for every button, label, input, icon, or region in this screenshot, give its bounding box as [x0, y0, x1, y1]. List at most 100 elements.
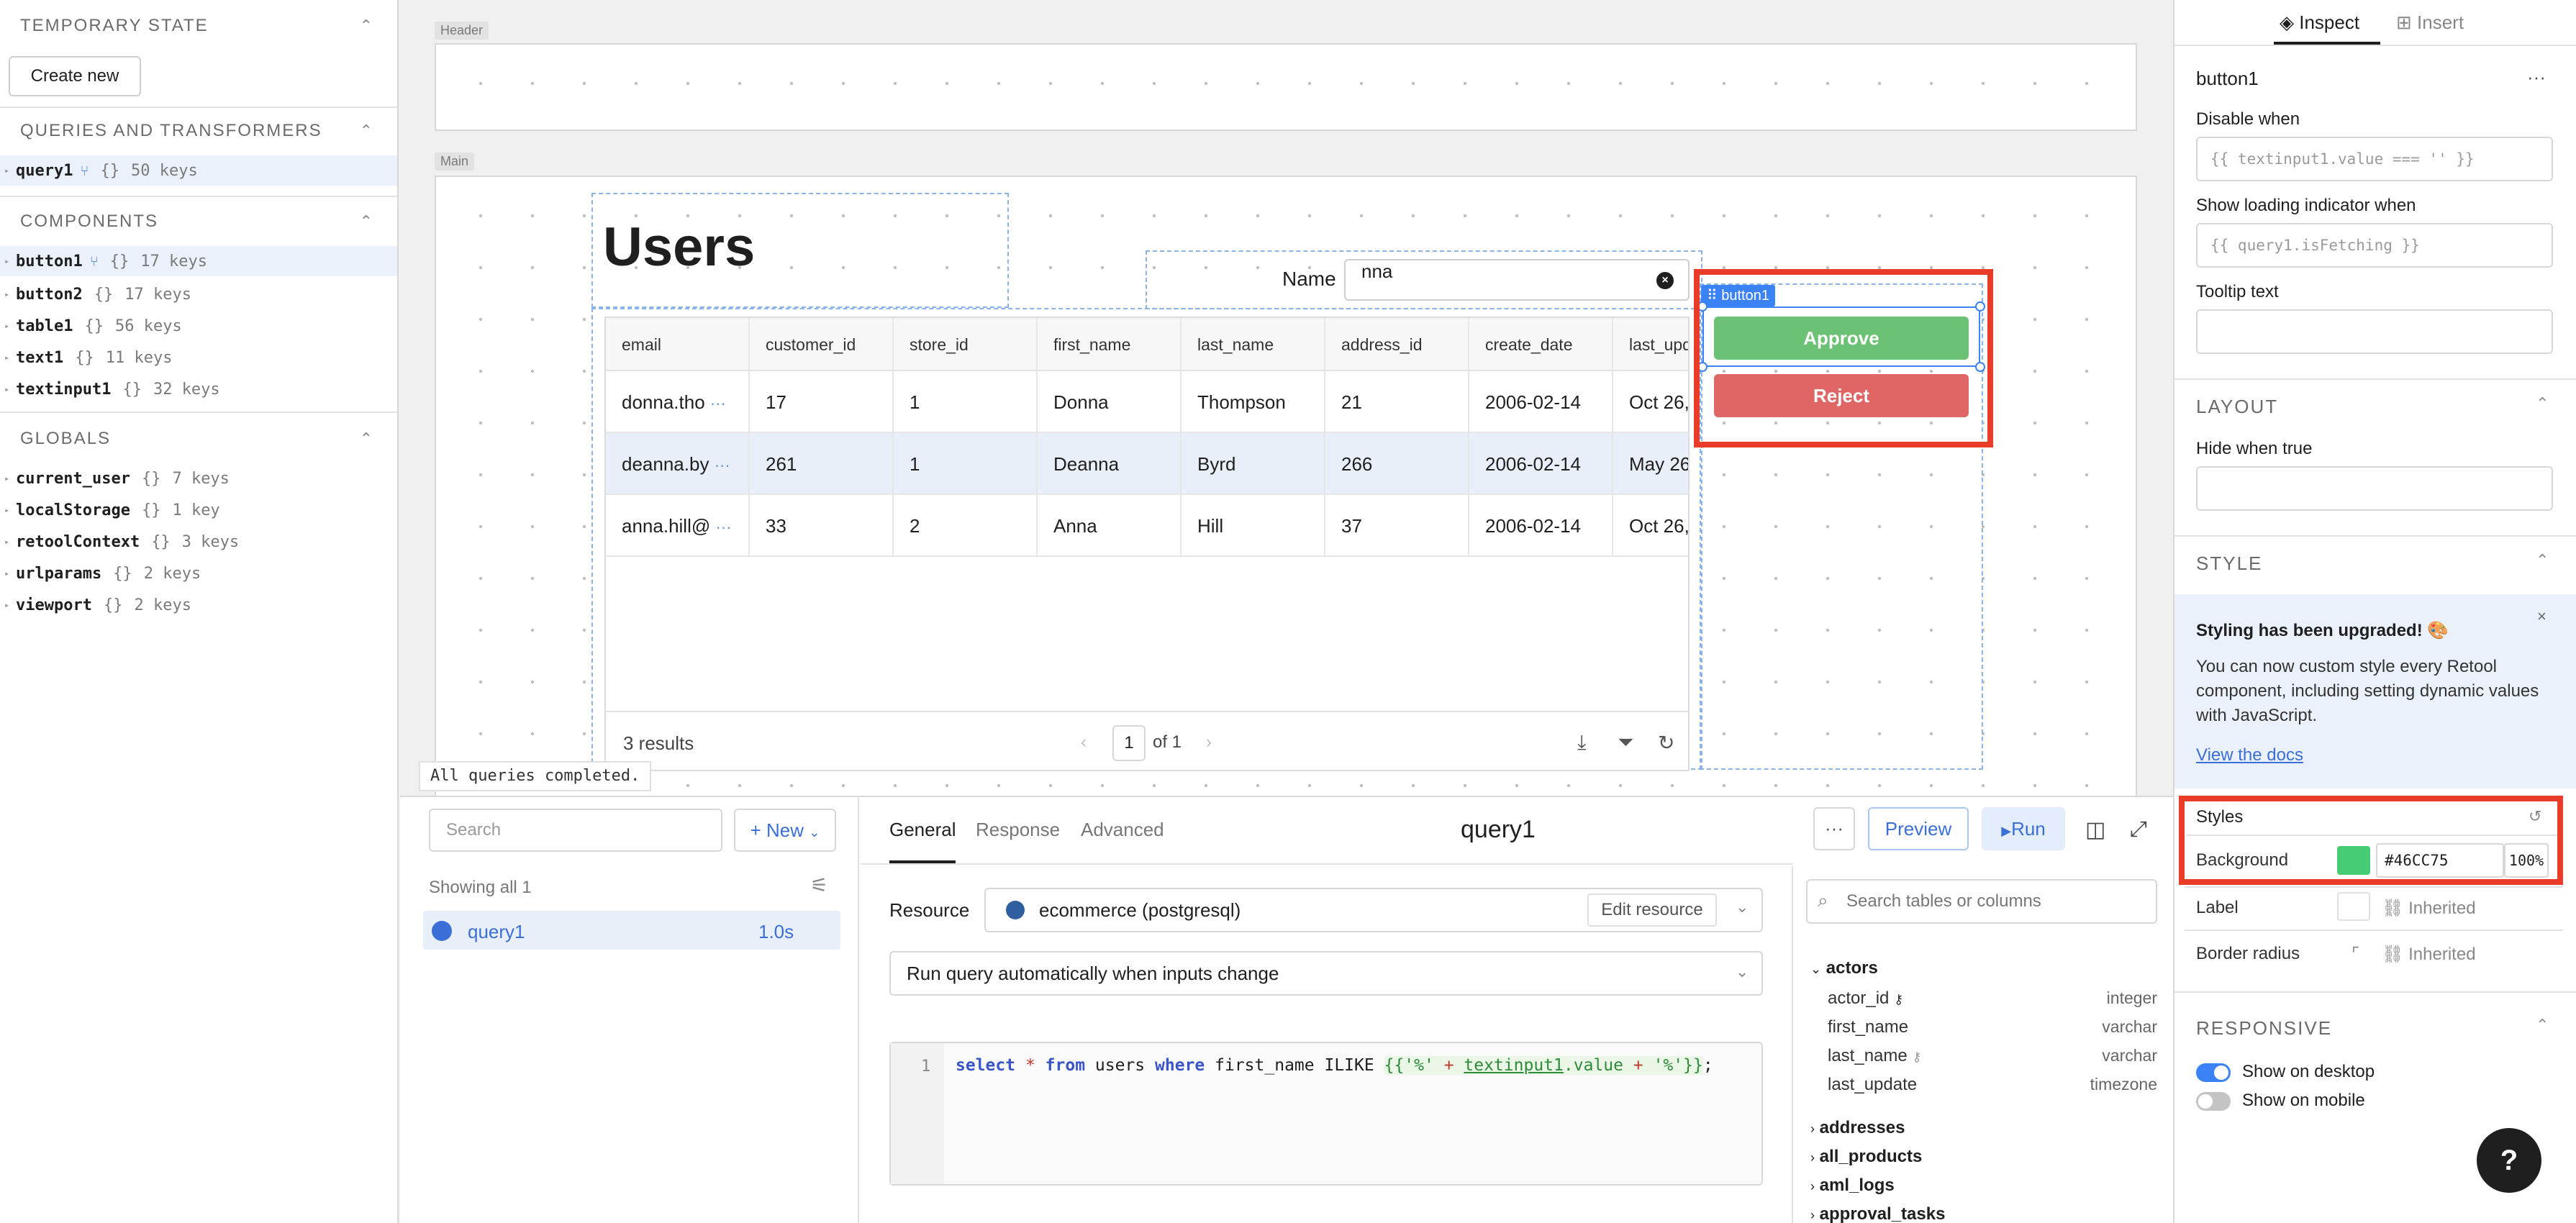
- tab-advanced[interactable]: Advanced: [1081, 819, 1164, 841]
- chevron-down-icon[interactable]: ⌄: [1736, 963, 1749, 981]
- schema-table[interactable]: › approval_tasks: [1810, 1204, 1945, 1223]
- loading-input[interactable]: {{ query1.isFetching }}: [2196, 223, 2553, 268]
- table-cell[interactable]: Deanna: [1038, 433, 1182, 495]
- table-cell[interactable]: Hill: [1182, 495, 1325, 557]
- tree-item-urlparams[interactable]: ▸ urlparams {} 2 keys: [0, 558, 397, 588]
- tree-item-viewport[interactable]: ▸ viewport {} 2 keys: [0, 590, 397, 620]
- sliders-icon[interactable]: ⚟: [810, 873, 828, 897]
- chevron-left-icon[interactable]: ‹: [1081, 732, 1087, 753]
- tab-inspect[interactable]: ◈ Inspect: [2280, 12, 2359, 34]
- table-cell[interactable]: Byrd: [1182, 433, 1325, 495]
- table-cell[interactable]: 1: [894, 433, 1038, 495]
- help-button[interactable]: ?: [2477, 1128, 2541, 1193]
- table-cell[interactable]: Oct 26,: [1613, 371, 1688, 433]
- sql-code[interactable]: select * from users where first_name ILI…: [956, 1056, 1713, 1075]
- tree-item-text1[interactable]: ▸ text1 {} 11 keys: [0, 342, 397, 373]
- tree-item-button1[interactable]: ▸ button1 ⑂ {} 17 keys: [0, 246, 397, 276]
- table-cell[interactable]: Donna: [1038, 371, 1182, 433]
- chevron-up-icon[interactable]: ⌃: [360, 17, 374, 35]
- schema-search-input[interactable]: Search tables or columns: [1806, 879, 2157, 924]
- table-row[interactable]: anna.hill@ ··· 33 2 Anna Hill 37 2006-02…: [606, 495, 1688, 557]
- column-header-address-id[interactable]: address_id: [1325, 318, 1469, 371]
- table-cell[interactable]: deanna.by ···: [606, 433, 750, 495]
- column-header-last-name[interactable]: last_name: [1182, 318, 1325, 371]
- component-name[interactable]: button1: [2196, 68, 2259, 90]
- column-header-first-name[interactable]: first_name: [1038, 318, 1182, 371]
- tree-item-query1[interactable]: ▸ query1 ⑂ {} 50 keys: [0, 155, 397, 186]
- table-cell[interactable]: May 26: [1613, 433, 1688, 495]
- table-cell[interactable]: anna.hill@ ···: [606, 495, 750, 557]
- panel-toggle-icon[interactable]: ◫: [2085, 817, 2105, 842]
- table-cell[interactable]: 17: [750, 371, 894, 433]
- chevron-up-icon[interactable]: ⌃: [2536, 394, 2549, 413]
- caret-right-icon[interactable]: ▸: [4, 537, 16, 547]
- schema-table-actors[interactable]: ⌄ actors: [1810, 958, 1878, 978]
- tree-item-localstorage[interactable]: ▸ localStorage {} 1 key: [0, 495, 397, 525]
- table-cell[interactable]: 2006-02-14: [1469, 433, 1613, 495]
- column-header-last-update[interactable]: last_upd: [1613, 318, 1688, 371]
- globals-header[interactable]: GLOBALS ⌃: [0, 413, 397, 465]
- tree-item-retoolcontext[interactable]: ▸ retoolContext {} 3 keys: [0, 527, 397, 557]
- schema-table[interactable]: › aml_logs: [1810, 1176, 1895, 1196]
- table-cell[interactable]: 261: [750, 433, 894, 495]
- run-button[interactable]: ▶Run: [1982, 807, 2065, 850]
- table-cell[interactable]: 1: [894, 371, 1038, 433]
- responsive-section-header[interactable]: RESPONSIVE: [2196, 1017, 2332, 1040]
- table-row[interactable]: deanna.by ··· 261 1 Deanna Byrd 266 2006…: [606, 433, 1688, 495]
- schema-column[interactable]: last_update: [1828, 1075, 1917, 1095]
- caret-right-icon[interactable]: ▸: [4, 384, 16, 394]
- schema-column[interactable]: actor_id ⚷: [1828, 988, 1903, 1009]
- caret-right-icon[interactable]: ▸: [4, 165, 16, 176]
- queries-header[interactable]: QUERIES AND TRANSFORMERS ⌃: [0, 105, 397, 157]
- caret-right-icon[interactable]: ▸: [4, 353, 16, 363]
- radius-inherited[interactable]: ⛓ Inherited: [2382, 944, 2476, 965]
- chevron-down-icon[interactable]: ⌄: [1736, 898, 1749, 917]
- table-cell[interactable]: 33: [750, 495, 894, 557]
- page-input[interactable]: 1: [1112, 725, 1146, 761]
- filter-icon[interactable]: ⏷: [1618, 731, 1633, 755]
- caret-right-icon[interactable]: ▸: [4, 568, 16, 578]
- edit-resource-button[interactable]: Edit resource: [1587, 894, 1717, 927]
- mobile-toggle[interactable]: [2196, 1092, 2231, 1111]
- label-swatch[interactable]: [2337, 892, 2370, 921]
- column-header-create-date[interactable]: create_date: [1469, 318, 1613, 371]
- caret-right-icon[interactable]: ▸: [4, 289, 16, 299]
- schema-column[interactable]: first_name: [1828, 1017, 1908, 1037]
- tab-insert[interactable]: ⊞ Insert: [2396, 12, 2464, 34]
- caret-right-icon[interactable]: ▸: [4, 473, 16, 483]
- components-header[interactable]: COMPONENTS ⌃: [0, 196, 397, 247]
- schema-table[interactable]: › all_products: [1810, 1147, 1922, 1167]
- table-cell[interactable]: 266: [1325, 433, 1469, 495]
- column-header-email[interactable]: email: [606, 318, 750, 371]
- tab-general[interactable]: General: [889, 819, 956, 841]
- caret-right-icon[interactable]: ▸: [4, 600, 16, 610]
- schema-column[interactable]: last_name ⚷: [1828, 1046, 1922, 1066]
- chevron-up-icon[interactable]: ⌃: [2536, 1016, 2549, 1035]
- chevron-up-icon[interactable]: ⌃: [360, 122, 374, 140]
- chevron-up-icon[interactable]: ⌃: [2536, 551, 2549, 570]
- tab-response[interactable]: Response: [976, 819, 1060, 841]
- more-icon[interactable]: ···: [710, 394, 726, 412]
- run-mode-select[interactable]: Run query automatically when inputs chan…: [889, 951, 1763, 996]
- expand-icon[interactable]: ⤢: [2130, 817, 2147, 842]
- clear-icon[interactable]: ×: [1656, 272, 1674, 289]
- more-button[interactable]: ···: [1813, 807, 1855, 850]
- layout-section-header[interactable]: LAYOUT: [2196, 396, 2278, 418]
- table-cell[interactable]: 2: [894, 495, 1038, 557]
- table-cell[interactable]: 21: [1325, 371, 1469, 433]
- create-new-button[interactable]: Create new: [9, 56, 141, 96]
- caret-right-icon[interactable]: ▸: [4, 256, 16, 266]
- more-icon[interactable]: ···: [715, 456, 730, 474]
- download-icon[interactable]: ⤓: [1577, 731, 1586, 755]
- table-cell[interactable]: Thompson: [1182, 371, 1325, 433]
- column-header-store-id[interactable]: store_id: [894, 318, 1038, 371]
- more-icon[interactable]: ···: [2527, 66, 2546, 88]
- chevron-right-icon[interactable]: ›: [1206, 732, 1212, 753]
- tooltip-input[interactable]: [2196, 309, 2553, 354]
- table-cell[interactable]: Oct 26,: [1613, 495, 1688, 557]
- tree-item-textinput1[interactable]: ▸ textinput1 {} 32 keys: [0, 374, 397, 404]
- desktop-toggle[interactable]: [2196, 1063, 2231, 1082]
- caret-right-icon[interactable]: ▸: [4, 505, 16, 515]
- table-cell[interactable]: 2006-02-14: [1469, 495, 1613, 557]
- tree-item-button2[interactable]: ▸ button2 {} 17 keys: [0, 279, 397, 309]
